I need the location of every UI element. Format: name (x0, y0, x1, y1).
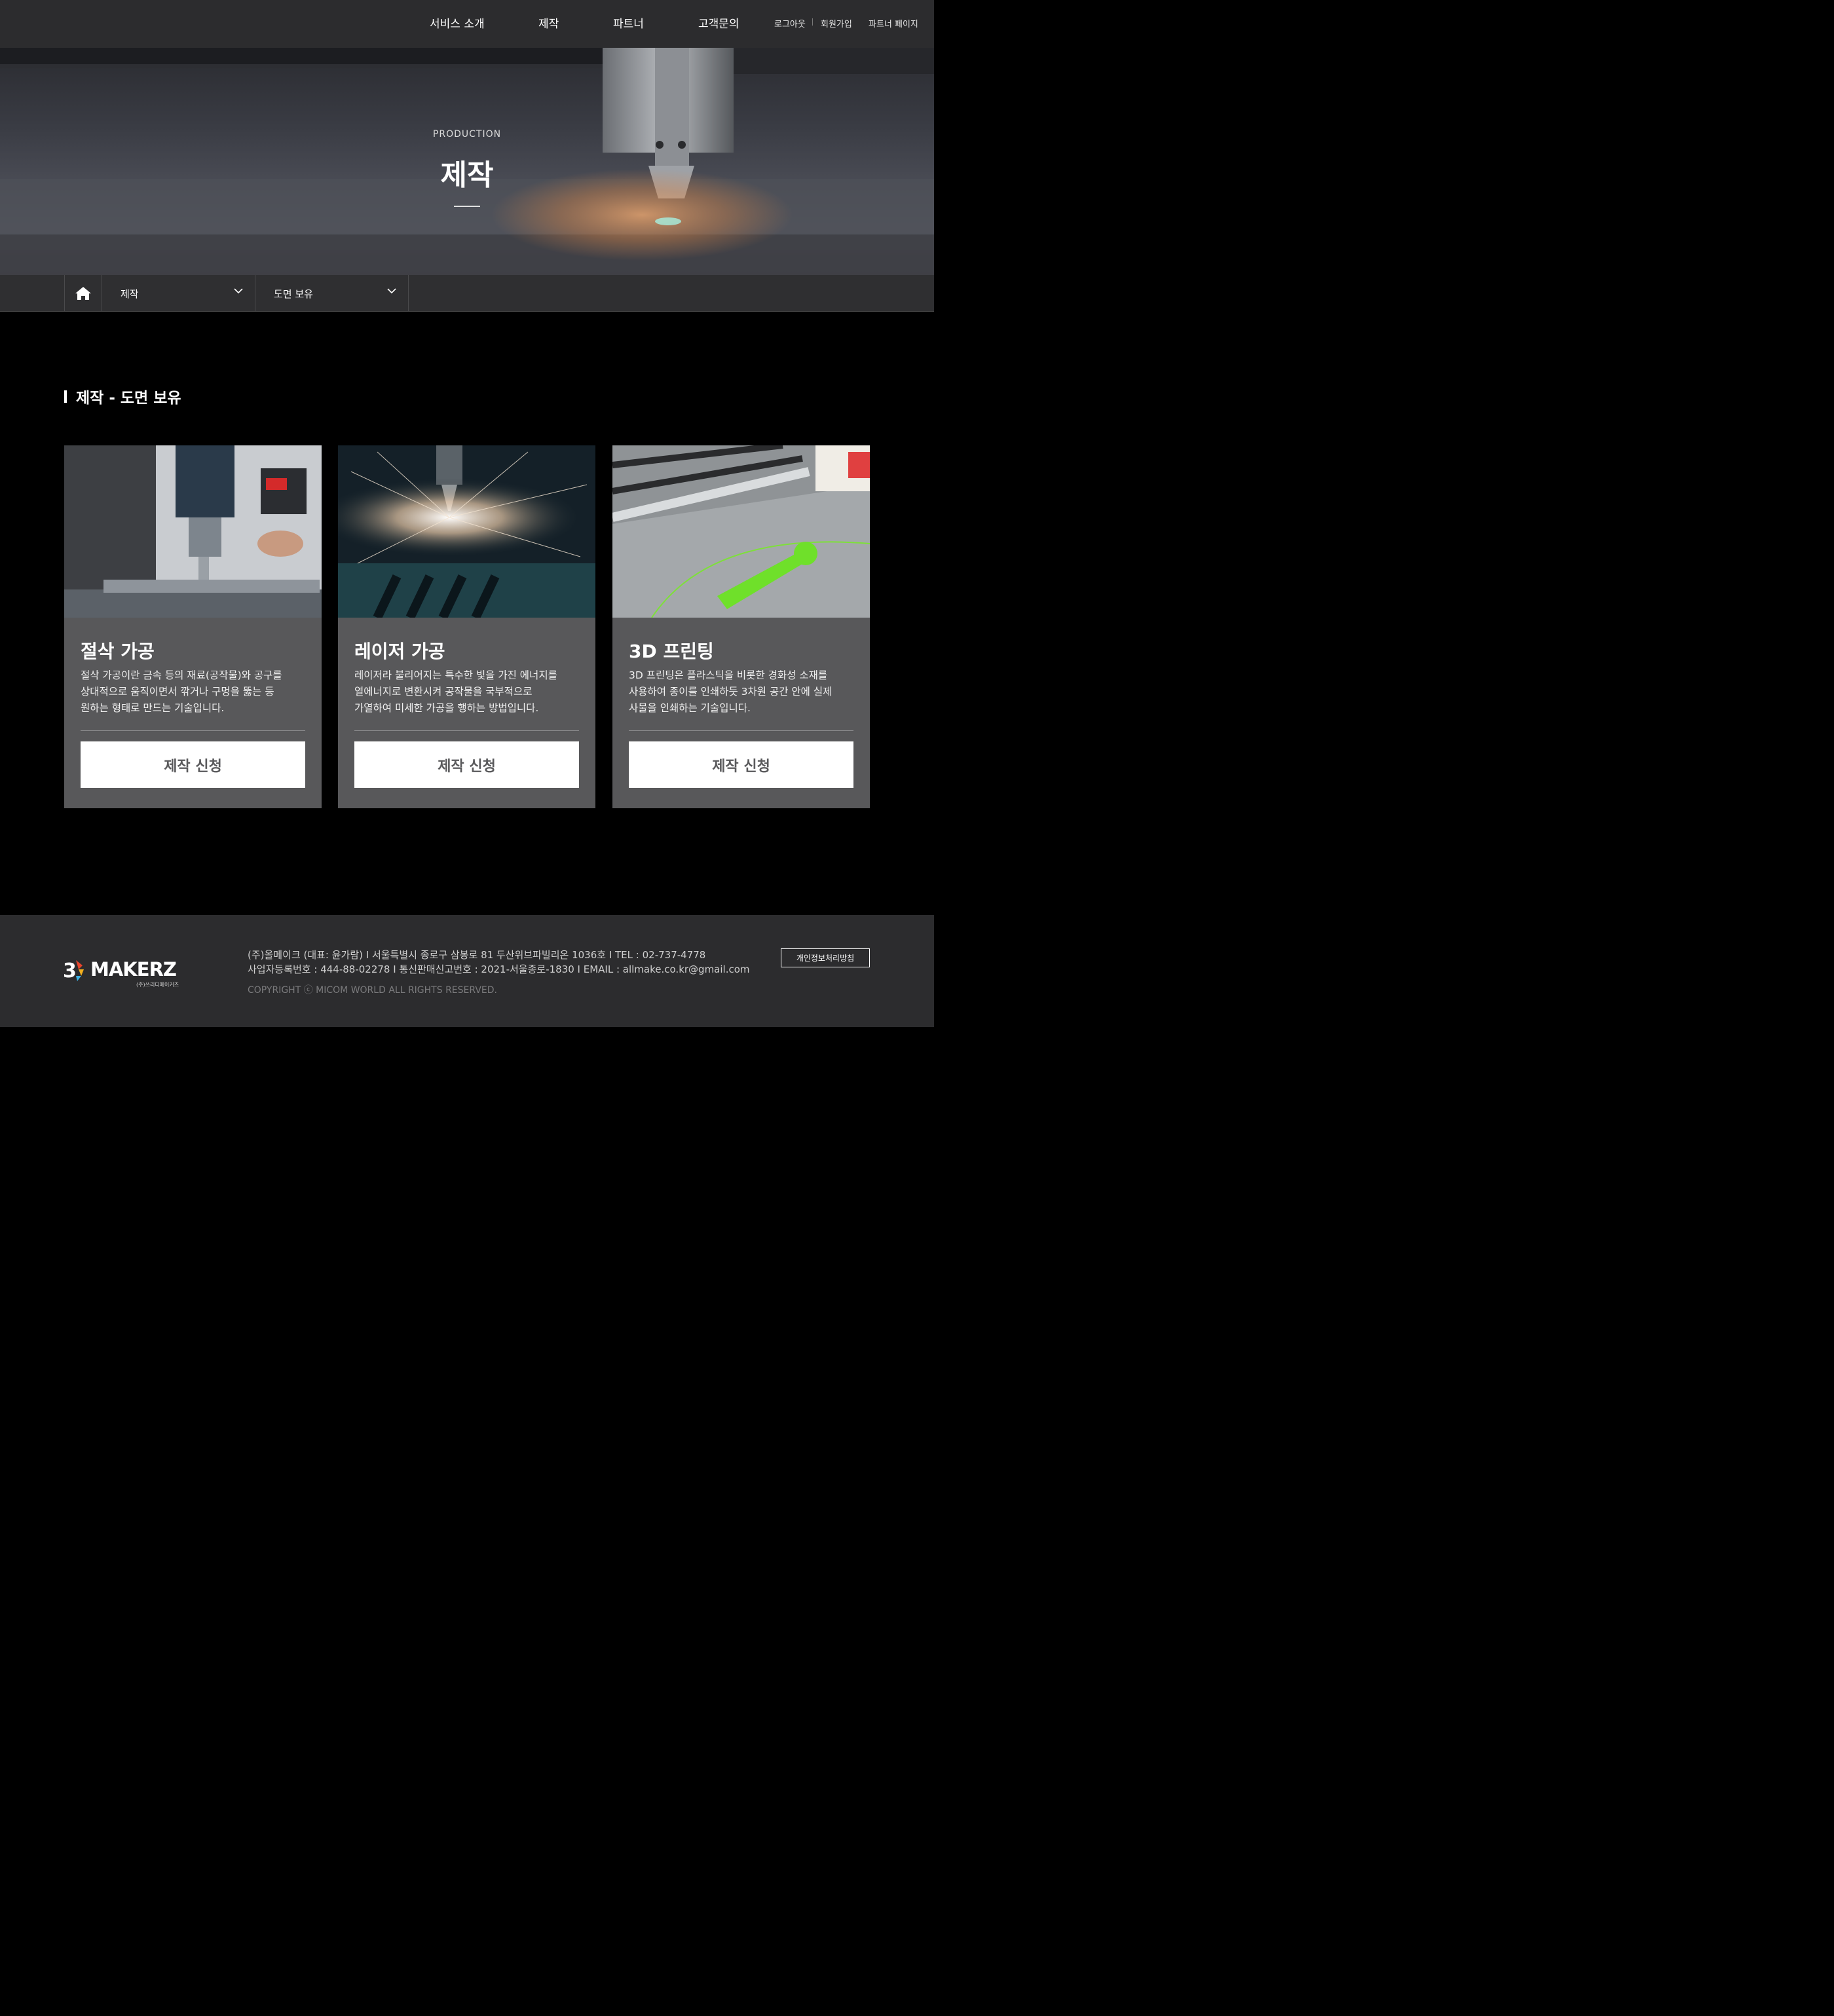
breadcrumb-level2-label: 도면 보유 (274, 288, 313, 300)
request-production-button[interactable]: 제작 신청 (629, 741, 853, 788)
section-title-bar (64, 390, 67, 403)
hero-subtitle: PRODUCTION (432, 129, 502, 140)
card-description-line: 열에너지로 변환시켜 공작물을 국부적으로 (354, 686, 533, 698)
hero-title: 제작 (440, 159, 494, 192)
card-description-line: 원하는 형태로 만드는 기술입니다. (81, 702, 225, 714)
chevron-down-icon (234, 288, 243, 294)
request-production-button[interactable]: 제작 신청 (354, 741, 579, 788)
card-description-line: 상대적으로 움직이면서 깎거나 구멍을 뚫는 등 (81, 686, 274, 698)
footer-company-info: (주)올메이크 (대표: 윤가람) I 서울특별시 종로구 삼봉로 81 두산위… (248, 949, 706, 961)
request-production-button[interactable]: 제작 신청 (81, 741, 305, 788)
logout-link[interactable]: 로그아웃 (774, 17, 806, 29)
footer-logo-text: MAKERZ (90, 958, 177, 980)
card-description-line: 3D 프린팅은 플라스틱을 비롯한 경화성 소재를 (629, 669, 828, 681)
3d-printer-photo (612, 445, 870, 618)
card-description: 레이저라 불리어지는 특수한 빛을 가진 에너지를 열에너지로 변환시켜 공작물… (354, 667, 580, 717)
card-divider (81, 730, 305, 731)
site-footer: 3 MAKERZ (주)쓰리디메이커즈 (주)올메이크 (대표: 윤가람) I … (0, 915, 934, 1027)
site-header: 서비스 소개 제작 파트너 고객문의 로그아웃 회원가입 파트너 페이지 (0, 0, 934, 48)
service-card-3d-printing: 3D 프린팅 3D 프린팅은 플라스틱을 비롯한 경화성 소재를 사용하여 종이… (612, 445, 870, 808)
partner-page-link[interactable]: 파트너 페이지 (869, 17, 918, 29)
cutting-machine-photo (64, 445, 322, 618)
home-button[interactable] (64, 275, 102, 311)
nav-service-intro[interactable]: 서비스 소개 (430, 14, 485, 31)
card-description-line: 절삭 가공이란 금속 등의 재료(공작물)와 공구를 (81, 669, 282, 681)
breadcrumb-level1-label: 제작 (121, 288, 139, 300)
card-description-line: 사용하여 종이를 인쇄하듯 3차원 공간 안에 실제 (629, 686, 833, 698)
breadcrumb-select-level1[interactable]: 제작 (102, 275, 255, 311)
nav-contact[interactable]: 고객문의 (698, 14, 739, 31)
card-title: 3D 프린팅 (629, 641, 714, 662)
card-description-line: 레이저라 불리어지는 특수한 빛을 가진 에너지를 (354, 669, 557, 681)
footer-registration-info: 사업자등록번호 : 444-88-02278 I 통신판매신고번호 : 2021… (248, 963, 750, 975)
card-divider (354, 730, 579, 731)
util-divider (812, 18, 813, 26)
card-description: 3D 프린팅은 플라스틱을 비롯한 경화성 소재를 사용하여 종이를 인쇄하듯 … (629, 667, 855, 717)
card-description-line: 사물을 인쇄하는 기술입니다. (629, 702, 751, 714)
hero-divider (454, 206, 480, 207)
privacy-policy-button[interactable]: 개인정보처리방침 (781, 948, 870, 967)
laser-cutting-photo (338, 445, 595, 618)
home-icon (75, 286, 91, 300)
nav-production[interactable]: 제작 (538, 14, 559, 31)
card-title: 절삭 가공 (81, 641, 155, 662)
nav-partner[interactable]: 파트너 (613, 14, 644, 31)
breadcrumb-bar: 제작 도면 보유 (0, 275, 934, 312)
section-title: 제작 - 도면 보유 (76, 390, 181, 407)
card-description-line: 가열하여 미세한 가공을 행하는 방법입니다. (354, 702, 539, 714)
card-description: 절삭 가공이란 금속 등의 재료(공작물)와 공구를 상대적으로 움직이면서 깎… (81, 667, 307, 717)
service-card-laser: 레이저 가공 레이저라 불리어지는 특수한 빛을 가진 에너지를 열에너지로 변… (338, 445, 595, 808)
chevron-down-icon (387, 288, 396, 294)
breadcrumb-select-level2[interactable]: 도면 보유 (255, 275, 409, 311)
footer-logo-subtext: (주)쓰리디메이커즈 (136, 982, 179, 988)
hero-banner: PRODUCTION 제작 (0, 48, 934, 275)
footer-copyright: COPYRIGHT ⓒ MICOM WORLD ALL RIGHTS RESER… (248, 985, 497, 996)
svg-text:3: 3 (63, 960, 77, 982)
card-divider (629, 730, 853, 731)
footer-logo[interactable]: 3 MAKERZ (주)쓰리디메이커즈 (63, 956, 187, 992)
service-card-cutting: 절삭 가공 절삭 가공이란 금속 등의 재료(공작물)와 공구를 상대적으로 움… (64, 445, 322, 808)
signup-link[interactable]: 회원가입 (821, 17, 852, 29)
card-title: 레이저 가공 (354, 641, 445, 662)
